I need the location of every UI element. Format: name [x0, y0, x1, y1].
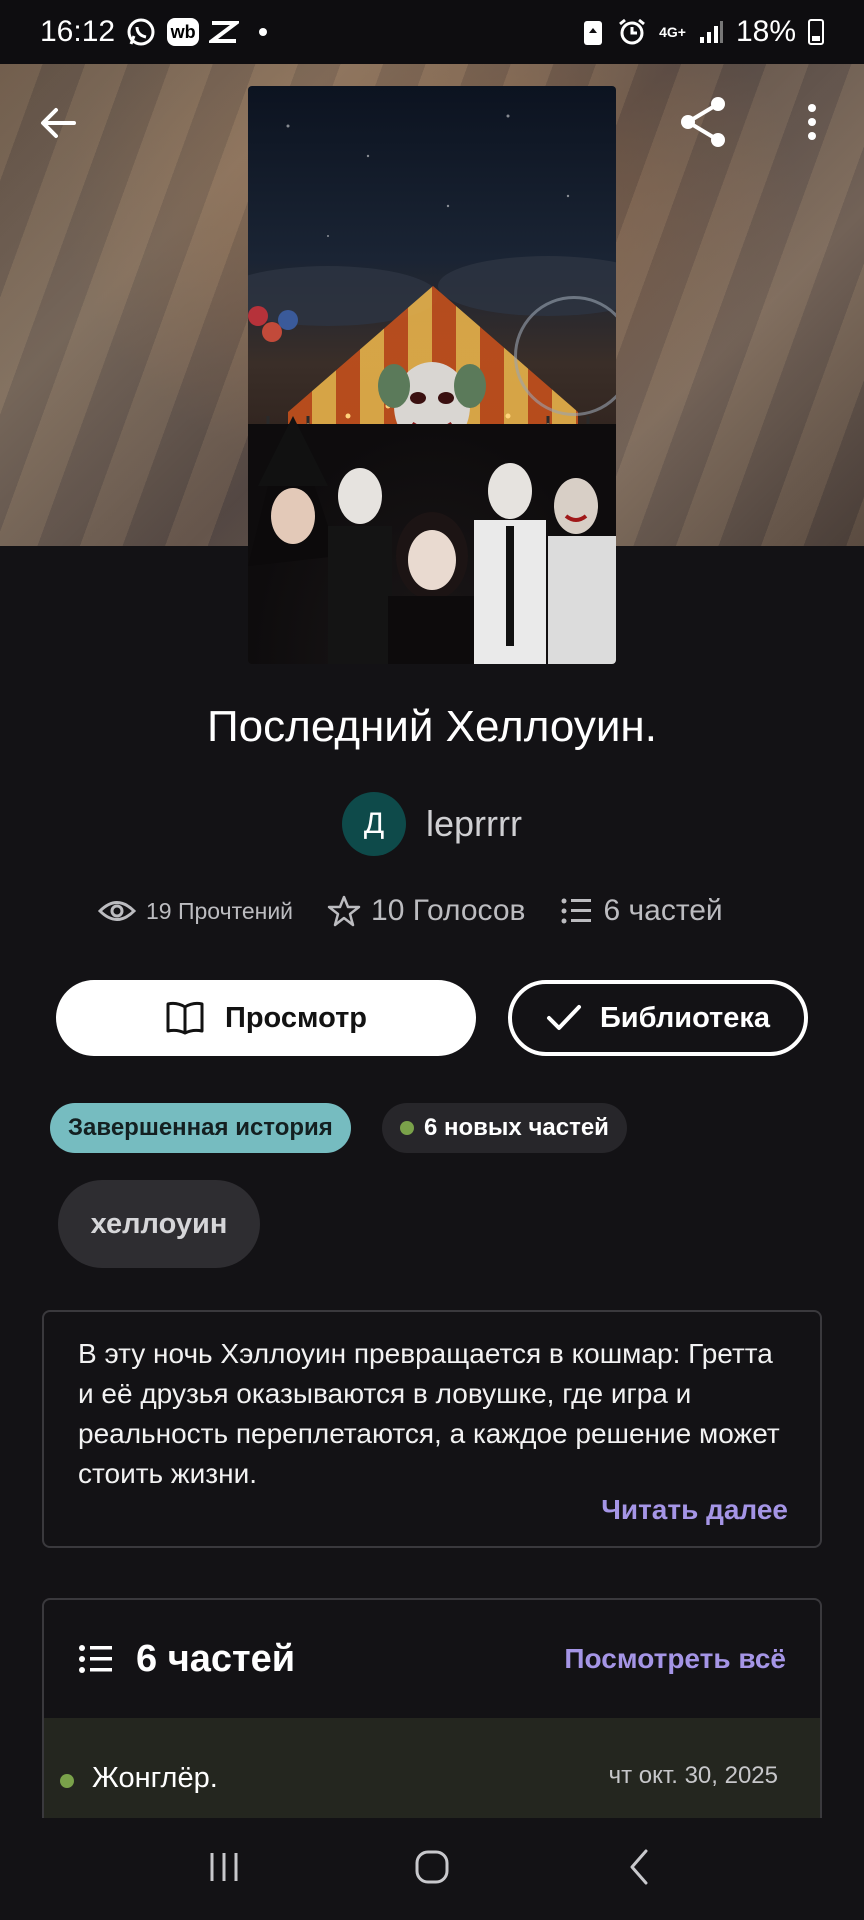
parts-header-label: 6 частей [136, 1637, 296, 1680]
home-icon [415, 1850, 449, 1883]
system-nav-bar [0, 1818, 864, 1920]
more-vertical-icon [808, 104, 816, 140]
share-icon [681, 97, 725, 147]
see-all-link[interactable]: Посмотреть всё [564, 1643, 786, 1675]
alarm-icon [617, 17, 647, 47]
story-cover[interactable] [248, 86, 616, 664]
author-link[interactable]: Д leprrrr [0, 792, 864, 856]
home-button[interactable] [412, 1847, 452, 1892]
completed-badge: Завершенная история [50, 1103, 351, 1153]
new-indicator-dot [400, 1121, 414, 1135]
part-title: Жонглёр. [92, 1762, 218, 1794]
story-title: Последний Хеллоуин. [207, 702, 657, 751]
library-button-label: Библиотека [599, 1001, 771, 1034]
back-button[interactable] [34, 98, 84, 148]
wb-icon: wb [167, 18, 200, 46]
eye-icon [98, 901, 136, 921]
new-indicator-dot [60, 1774, 74, 1788]
back-nav-button[interactable] [620, 1847, 660, 1892]
reads-stat: 19 Прочтений [98, 898, 293, 925]
capcut-icon [209, 19, 240, 45]
arrow-left-icon [41, 108, 76, 138]
view-button[interactable]: Просмотр [56, 980, 476, 1056]
library-button[interactable]: Библиотека [508, 980, 808, 1056]
list-icon [79, 1645, 112, 1673]
votes-count: 10 Голосов [371, 894, 526, 927]
votes-stat: 10 Голосов [327, 894, 525, 928]
recent-apps-button[interactable] [204, 1847, 244, 1892]
parts-count: 6 частей [603, 894, 723, 927]
battery-percent: 18% [735, 15, 796, 48]
more-options-button[interactable] [796, 98, 828, 148]
signal-icon [698, 19, 724, 45]
parts-header: 6 частей Посмотреть всё [44, 1600, 820, 1718]
network-type: 4G+ [659, 24, 686, 40]
description-box: В эту ночь Хэллоуин превращается в кошма… [42, 1310, 822, 1548]
read-more-link[interactable]: Читать далее [601, 1494, 788, 1526]
description-text: В эту ночь Хэллоуин превращается в кошма… [78, 1338, 780, 1489]
reads-count: 19 Прочтений [146, 897, 294, 924]
recent-apps-icon [210, 1852, 238, 1881]
whatsapp-icon [125, 16, 157, 48]
part-date: чт окт. 30, 2025 [608, 1762, 778, 1789]
dot-icon [259, 28, 268, 36]
list-icon [561, 898, 592, 924]
share-button[interactable] [676, 94, 732, 150]
author-name: leprrrr [426, 803, 522, 844]
new-parts-badge: 6 новых частей [382, 1103, 627, 1153]
battery-icon [808, 19, 824, 45]
book-open-icon [166, 1001, 204, 1035]
status-bar: 16:12 wb 4G+ 18% [0, 0, 864, 64]
check-icon [546, 1005, 581, 1030]
status-time: 16:12 [40, 15, 116, 48]
star-icon [327, 895, 361, 927]
new-parts-label: 6 новых частей [424, 1114, 609, 1141]
chevron-left-icon [630, 1849, 648, 1884]
avatar: Д [342, 792, 406, 856]
story-stats: 19 Прочтений 10 Голосов 6 частей [98, 894, 798, 928]
parts-stat: 6 частей [561, 894, 723, 928]
view-button-label: Просмотр [225, 1001, 367, 1034]
tag-chip[interactable]: хеллоуин [58, 1180, 260, 1268]
battery-saver-icon [581, 17, 605, 47]
